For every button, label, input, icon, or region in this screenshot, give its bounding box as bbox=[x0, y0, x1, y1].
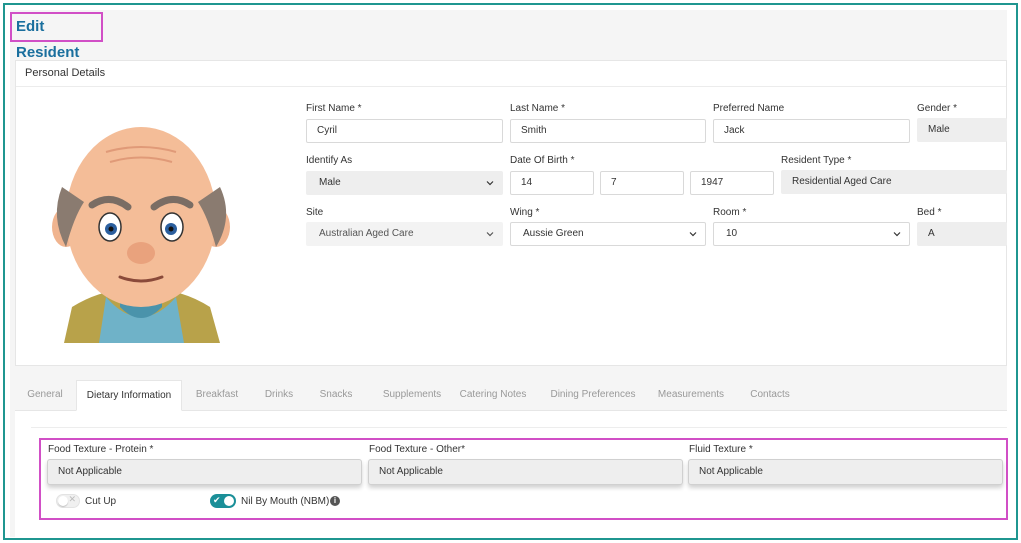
tab-drinks[interactable]: Drinks bbox=[258, 380, 300, 411]
food-texture-other-label: Food Texture - Other* bbox=[369, 444, 465, 455]
fluid-texture-select[interactable]: Not Applicable bbox=[688, 459, 1003, 485]
gender-label: Gender * bbox=[917, 103, 958, 114]
dob-year-input[interactable]: 1947 bbox=[690, 171, 774, 195]
room-label: Room * bbox=[713, 207, 747, 218]
wing-value: Aussie Green bbox=[523, 228, 584, 239]
cut-up-label: Cut Up bbox=[85, 496, 117, 507]
tab-dining-preferences[interactable]: Dining Preferences bbox=[545, 380, 641, 411]
gender-select[interactable]: Male bbox=[917, 118, 1007, 142]
food-texture-protein-label: Food Texture - Protein * bbox=[48, 444, 154, 455]
tab-general[interactable]: General bbox=[17, 380, 73, 411]
tab-catering-notes[interactable]: Catering Notes bbox=[455, 380, 531, 411]
room-select[interactable]: 10 bbox=[713, 222, 910, 246]
wing-select[interactable]: Aussie Green bbox=[510, 222, 706, 246]
tab-dietary-information[interactable]: Dietary Information bbox=[76, 380, 182, 411]
cut-up-toggle[interactable]: ✕ bbox=[56, 494, 80, 508]
wing-label: Wing * bbox=[510, 207, 540, 218]
fluid-texture-label: Fluid Texture * bbox=[689, 444, 753, 455]
first-name-label: First Name * bbox=[306, 103, 362, 114]
tabs-bar: General Dietary Information Breakfast Dr… bbox=[15, 380, 1007, 411]
tab-supplements[interactable]: Supplements bbox=[370, 380, 454, 411]
dob-day-input[interactable]: 14 bbox=[510, 171, 594, 195]
dob-month-input[interactable]: 7 bbox=[600, 171, 684, 195]
tab-contacts[interactable]: Contacts bbox=[744, 380, 796, 411]
x-icon: ✕ bbox=[68, 494, 76, 504]
toggle-knob bbox=[224, 496, 234, 506]
site-select[interactable]: Australian Aged Care bbox=[306, 222, 503, 246]
site-value: Australian Aged Care bbox=[319, 228, 414, 239]
food-texture-other-select[interactable]: Not Applicable bbox=[368, 459, 683, 485]
bed-select[interactable]: A bbox=[917, 222, 1007, 246]
check-icon: ✔ bbox=[213, 495, 221, 505]
resident-type-label: Resident Type * bbox=[781, 155, 852, 166]
dob-label: Date Of Birth * bbox=[510, 155, 575, 166]
chevron-down-icon bbox=[486, 232, 494, 237]
resident-type-select[interactable]: Residential Aged Care bbox=[781, 170, 1007, 194]
last-name-label: Last Name * bbox=[510, 103, 566, 114]
info-icon[interactable]: i bbox=[330, 496, 340, 506]
tab-measurements[interactable]: Measurements bbox=[653, 380, 729, 411]
toggle-knob bbox=[58, 496, 68, 506]
site-label: Site bbox=[306, 207, 324, 218]
chevron-down-icon bbox=[689, 232, 697, 237]
panel-divider bbox=[31, 427, 1007, 428]
first-name-input[interactable]: Cyril bbox=[306, 119, 503, 143]
preferred-name-input[interactable]: Jack bbox=[713, 119, 910, 143]
identify-as-select[interactable]: Male bbox=[306, 171, 503, 195]
nbm-label: Nil By Mouth (NBM) bbox=[241, 496, 330, 507]
identify-as-value: Male bbox=[319, 177, 341, 188]
chevron-down-icon bbox=[893, 232, 901, 237]
bed-label: Bed * bbox=[917, 207, 942, 218]
room-value: 10 bbox=[726, 228, 738, 239]
tab-snacks[interactable]: Snacks bbox=[313, 380, 359, 411]
preferred-name-label: Preferred Name bbox=[713, 103, 785, 114]
tab-breakfast[interactable]: Breakfast bbox=[188, 380, 246, 411]
page-title: Edit Resident bbox=[10, 12, 103, 61]
food-texture-protein-select[interactable]: Not Applicable bbox=[47, 459, 362, 485]
chevron-down-icon bbox=[486, 181, 494, 186]
resident-avatar bbox=[52, 127, 230, 343]
last-name-input[interactable]: Smith bbox=[510, 119, 706, 143]
personal-details-header: Personal Details bbox=[16, 61, 1006, 87]
identify-as-label: Identify As bbox=[306, 155, 353, 166]
nbm-toggle[interactable]: ✔ bbox=[210, 494, 236, 508]
